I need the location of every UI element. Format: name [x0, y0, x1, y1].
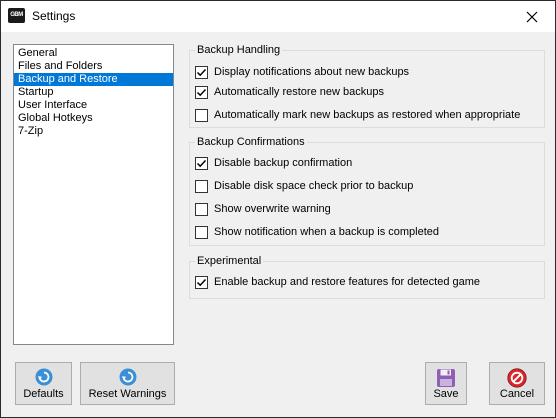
- sidebar-item-global-hotkeys[interactable]: Global Hotkeys: [14, 112, 173, 125]
- app-icon: GBM: [8, 8, 25, 23]
- checkbox[interactable]: [195, 108, 208, 122]
- close-icon[interactable]: [521, 6, 543, 28]
- checkbox-label: Automatically mark new backups as restor…: [214, 109, 521, 121]
- option-display-notifications[interactable]: Display notifications about new backups: [195, 64, 409, 80]
- sidebar-item-general[interactable]: General: [14, 47, 173, 60]
- checkbox[interactable]: [195, 179, 208, 193]
- checkbox-label: Show overwrite warning: [214, 203, 331, 215]
- floppy-disk-icon: [437, 369, 455, 387]
- sidebar-item-files-and-folders[interactable]: Files and Folders: [14, 60, 173, 73]
- refresh-icon: [35, 368, 52, 386]
- group-title: Experimental: [195, 254, 264, 268]
- backup-handling-group: Backup Handling Display notifications ab…: [189, 43, 545, 128]
- checkbox[interactable]: [195, 156, 208, 170]
- option-show-completed-notification[interactable]: Show notification when a backup is compl…: [195, 224, 439, 240]
- app-icon-label: GBM: [10, 12, 23, 18]
- checkbox[interactable]: [195, 65, 208, 79]
- reset-warnings-label: Reset Warnings: [88, 388, 167, 400]
- checkbox[interactable]: [195, 85, 208, 99]
- experimental-group: Experimental Enable backup and restore f…: [189, 254, 545, 299]
- sidebar-item-backup-and-restore[interactable]: Backup and Restore: [14, 73, 173, 86]
- option-auto-mark-restored[interactable]: Automatically mark new backups as restor…: [195, 107, 520, 123]
- option-enable-detected-game-features[interactable]: Enable backup and restore features for d…: [195, 274, 480, 290]
- checkbox[interactable]: [195, 225, 208, 239]
- backup-confirmations-group: Backup Confirmations Disable backup conf…: [189, 135, 545, 246]
- defaults-label: Defaults: [23, 388, 64, 400]
- checkbox[interactable]: [195, 275, 208, 289]
- cancel-icon: [507, 368, 527, 388]
- title-bar[interactable]: GBM Settings: [1, 1, 555, 32]
- sidebar-item-startup[interactable]: Startup: [14, 86, 173, 99]
- settings-category-list[interactable]: General Files and Folders Backup and Res…: [13, 44, 174, 345]
- checkbox-label: Show notification when a backup is compl…: [214, 226, 440, 238]
- cancel-label: Cancel: [499, 388, 535, 400]
- save-label: Save: [433, 388, 459, 400]
- cancel-button[interactable]: Cancel: [489, 362, 545, 405]
- sidebar-item-7-zip[interactable]: 7-Zip: [14, 125, 173, 138]
- reset-warnings-button[interactable]: Reset Warnings: [80, 362, 175, 405]
- save-button[interactable]: Save: [425, 362, 467, 405]
- checkbox-label: Enable backup and restore features for d…: [214, 276, 481, 288]
- window-title: Settings: [32, 9, 76, 23]
- refresh-icon: [119, 368, 136, 386]
- defaults-button[interactable]: Defaults: [15, 362, 72, 405]
- option-show-overwrite-warning[interactable]: Show overwrite warning: [195, 201, 331, 217]
- checkbox-label: Disable disk space check prior to backup: [214, 180, 414, 192]
- group-title: Backup Handling: [195, 43, 283, 57]
- group-title: Backup Confirmations: [195, 135, 307, 149]
- settings-window: GBM Settings General Files and Folders B…: [0, 0, 556, 418]
- checkbox[interactable]: [195, 202, 208, 216]
- sidebar-item-user-interface[interactable]: User Interface: [14, 99, 173, 112]
- checkbox-label: Disable backup confirmation: [214, 157, 353, 169]
- option-disable-disk-space-check[interactable]: Disable disk space check prior to backup: [195, 178, 413, 194]
- checkbox-label: Display notifications about new backups: [214, 66, 410, 78]
- checkbox-label: Automatically restore new backups: [214, 86, 384, 98]
- option-auto-restore[interactable]: Automatically restore new backups: [195, 84, 384, 100]
- option-disable-backup-confirmation[interactable]: Disable backup confirmation: [195, 155, 352, 171]
